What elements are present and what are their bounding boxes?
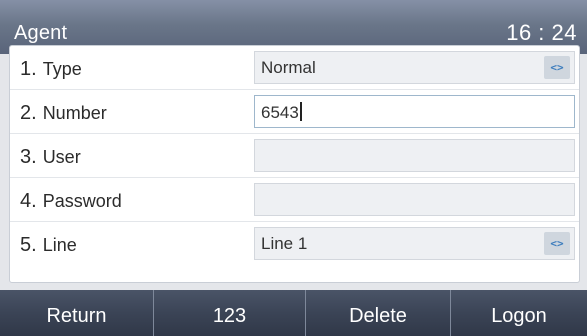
row-label-text: Number — [42, 103, 107, 123]
number-text: 6543 — [261, 103, 299, 122]
return-softkey[interactable]: Return — [0, 290, 153, 336]
row-number: 2. — [20, 102, 37, 124]
user-label: 3. User — [20, 146, 81, 169]
input-mode-softkey[interactable]: 123 — [154, 290, 305, 336]
password-input[interactable] — [254, 183, 575, 216]
phone-screen: Agent 16 : 24 1. Type Normal <> 2. Number … — [0, 0, 587, 336]
clock: 16 : 24 — [506, 20, 577, 45]
delete-softkey[interactable]: Delete — [306, 290, 450, 336]
type-value: Normal — [261, 58, 316, 77]
row-type: 1. Type Normal <> — [10, 46, 579, 90]
row-label-text: User — [42, 147, 81, 167]
row-number: 5. — [20, 234, 37, 256]
text-cursor — [299, 102, 302, 121]
row-password: 4. Password — [10, 178, 579, 222]
row-line: 5. Line Line 1 <> — [10, 222, 579, 266]
number-value: 6543 — [261, 102, 302, 123]
row-number: 4. — [20, 190, 37, 212]
type-select[interactable]: Normal <> — [254, 51, 575, 84]
password-label: 4. Password — [20, 190, 122, 213]
type-label: 1. Type — [20, 58, 82, 81]
line-value: Line 1 — [261, 234, 308, 253]
line-label: 5. Line — [20, 234, 77, 257]
screen-title: Agent — [14, 22, 68, 44]
row-label-text: Password — [42, 191, 122, 211]
logon-softkey[interactable]: Logon — [451, 290, 587, 336]
line-select[interactable]: Line 1 <> — [254, 227, 575, 260]
row-number: 3. — [20, 146, 37, 168]
agent-form: 1.Type Normal <> 2.Number 6543 3.User — [9, 45, 580, 283]
number-label: 2. Number — [20, 102, 107, 125]
user-input[interactable] — [254, 139, 575, 172]
row-label-text: Line — [42, 235, 77, 255]
switch-arrows-icon[interactable]: <> — [544, 232, 570, 255]
softkey-bar: Return 123 Delete Logon — [0, 290, 587, 336]
row-number: 1. — [20, 58, 37, 80]
number-input[interactable]: 6543 — [254, 95, 575, 128]
row-number: 2. Number 6543 — [10, 90, 579, 134]
row-label-text: Type — [42, 59, 82, 79]
row-user: 3. User — [10, 134, 579, 178]
switch-arrows-icon[interactable]: <> — [544, 56, 570, 79]
